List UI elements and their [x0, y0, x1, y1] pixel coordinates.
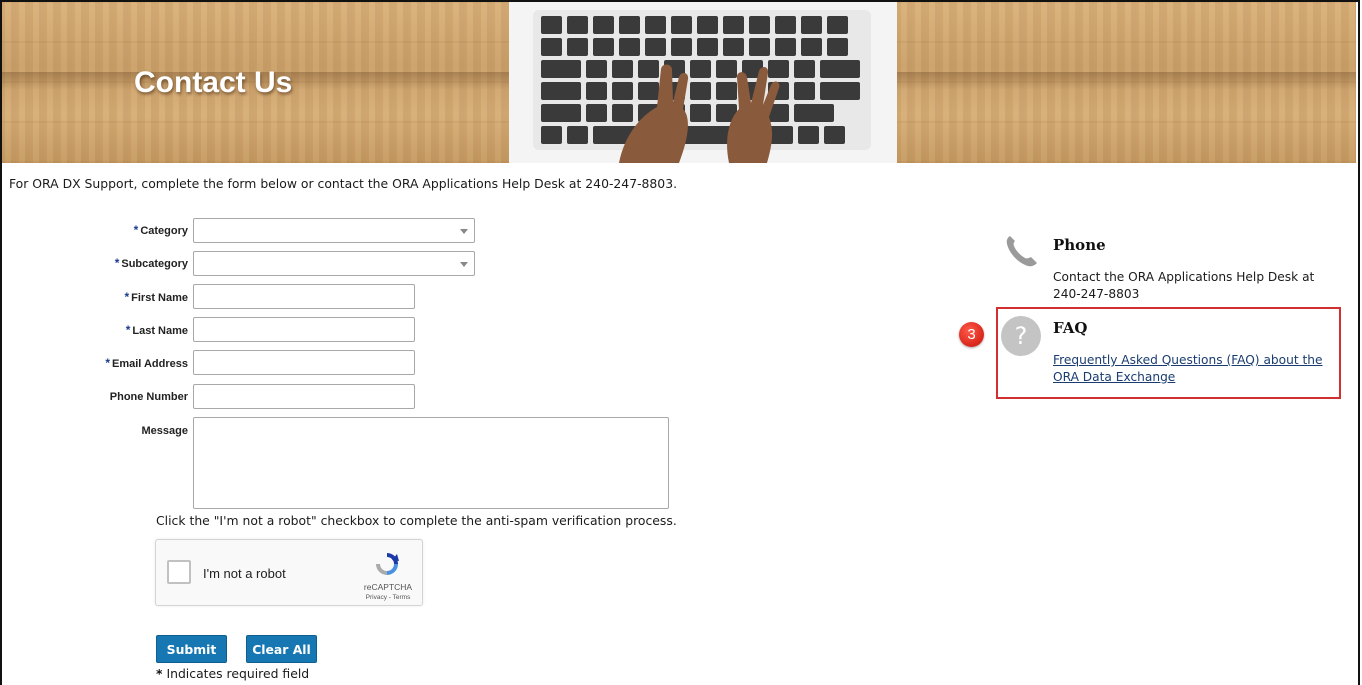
- required-star: *: [133, 223, 139, 237]
- phone-number-label: Phone Number: [109, 391, 188, 403]
- chevron-down-icon: [460, 262, 468, 267]
- submit-button[interactable]: Submit: [156, 635, 227, 663]
- last-name-label: * Last Name: [125, 323, 188, 337]
- last-name-field[interactable]: [193, 317, 415, 342]
- keyboard-image: [509, 2, 897, 163]
- message-textarea[interactable]: [193, 417, 669, 509]
- category-label: * Category: [133, 223, 188, 237]
- required-note-star: *: [156, 666, 163, 681]
- category-select[interactable]: [193, 218, 475, 243]
- intro-text: For ORA DX Support, complete the form be…: [9, 176, 678, 191]
- annotation-badge: 3: [959, 322, 984, 347]
- subcategory-select[interactable]: [193, 251, 475, 276]
- required-field-note: * Indicates required field: [156, 666, 310, 681]
- question-icon: ?: [1001, 316, 1041, 356]
- first-name-label: * First Name: [124, 290, 188, 304]
- clear-all-button[interactable]: Clear All: [246, 635, 317, 663]
- recaptcha-label: I'm not a robot: [203, 566, 286, 581]
- contact-banner: Contact Us: [2, 2, 1356, 163]
- recaptcha-checkbox[interactable]: [167, 560, 191, 584]
- phone-text: Contact the ORA Applications Help Desk a…: [1053, 270, 1315, 301]
- captcha-instructions: Click the "I'm not a robot" checkbox to …: [156, 513, 677, 528]
- hands-illustration: [619, 64, 780, 163]
- faq-link[interactable]: Frequently Asked Questions (FAQ) about t…: [1053, 352, 1333, 386]
- recaptcha-logo-icon: [376, 553, 399, 575]
- recaptcha-brand: reCAPTCHA: [363, 582, 413, 592]
- phone-icon: [1006, 236, 1037, 267]
- recaptcha-terms-link[interactable]: Privacy - Terms: [360, 594, 416, 601]
- recaptcha-widget: I'm not a robot reCAPTCHA Privacy - Term…: [155, 539, 423, 606]
- phone-title: Phone: [1053, 236, 1106, 254]
- phone-number-field[interactable]: [193, 384, 415, 409]
- email-label: * Email Address: [105, 356, 188, 370]
- page-title: Contact Us: [134, 66, 293, 99]
- message-label: Message: [141, 425, 188, 437]
- faq-title: FAQ: [1053, 319, 1088, 337]
- email-field[interactable]: [193, 350, 415, 375]
- chevron-down-icon: [460, 229, 468, 234]
- subcategory-label: * Subcategory: [114, 256, 188, 270]
- first-name-field[interactable]: [193, 284, 415, 309]
